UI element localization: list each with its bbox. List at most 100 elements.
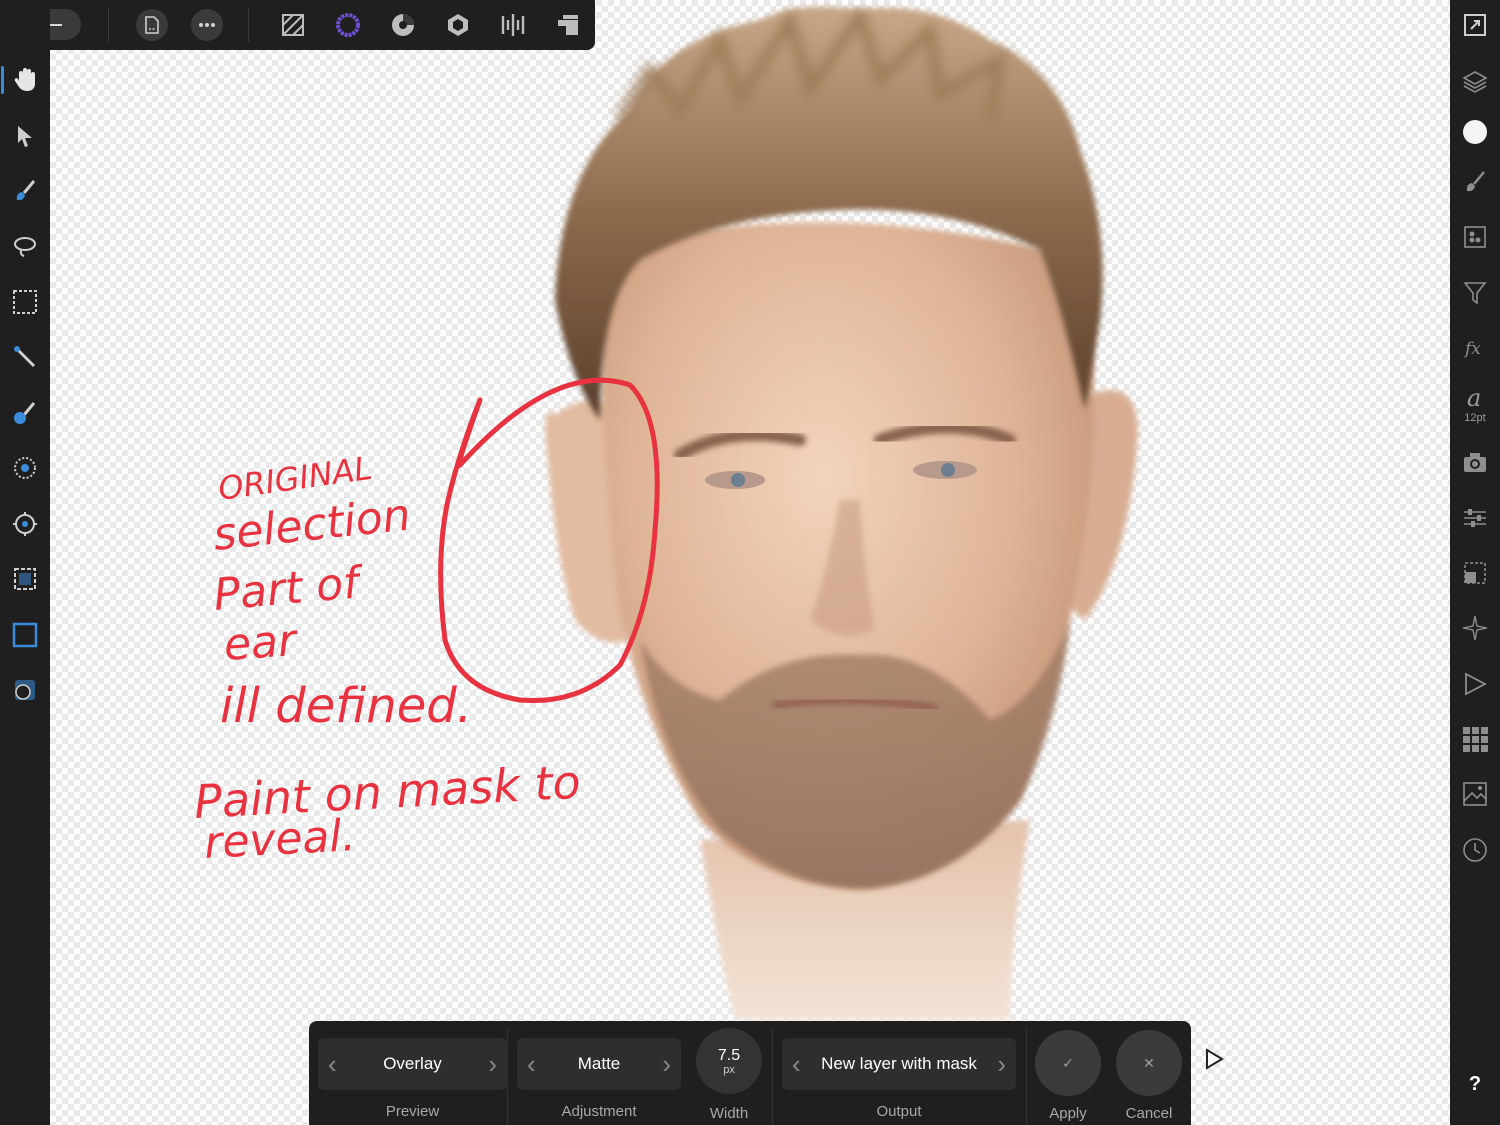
quick-mask-icon xyxy=(15,680,35,700)
apply-label: Apply xyxy=(1049,1105,1087,1122)
chevron-left-icon[interactable]: ‹ xyxy=(328,1051,337,1077)
annotation-line-4: ear xyxy=(222,615,300,671)
transform-button[interactable] xyxy=(1455,553,1495,593)
adjustments-button[interactable] xyxy=(1455,217,1495,257)
document-canvas[interactable]: ORIGINAL selection Part of ear ill defin… xyxy=(50,0,1450,1125)
liquify-persona-button[interactable] xyxy=(332,9,364,41)
pixel-persona-button[interactable] xyxy=(552,9,584,41)
filters-button[interactable] xyxy=(1455,273,1495,313)
width-dial[interactable]: 7.5 px xyxy=(696,1028,762,1094)
chevron-right-icon[interactable]: › xyxy=(662,1051,671,1077)
image-icon xyxy=(1463,782,1487,806)
adjustments-icon xyxy=(1464,226,1486,248)
svg-text:fx: fx xyxy=(1463,339,1481,359)
output-value: New layer with mask xyxy=(821,1054,977,1073)
brush-selection-tool[interactable] xyxy=(5,171,45,211)
image-button[interactable] xyxy=(1455,774,1495,814)
history-icon xyxy=(1463,838,1487,862)
studio-panel-bar: fx a 12pt ? xyxy=(1450,0,1500,1125)
more-button[interactable] xyxy=(191,9,223,41)
move-tool-icon xyxy=(18,126,32,147)
hand-tool[interactable] xyxy=(1,60,45,100)
cancel-button[interactable]: ✕ xyxy=(1116,1030,1182,1096)
chevron-left-icon[interactable]: ‹ xyxy=(792,1051,801,1077)
color-icon xyxy=(1463,120,1487,144)
help-button[interactable]: ? xyxy=(1450,1073,1500,1096)
blur-brush-icon xyxy=(14,457,36,479)
sliders-button[interactable] xyxy=(1455,498,1495,538)
develop-persona-button[interactable] xyxy=(387,9,419,41)
magic-wand-tool[interactable] xyxy=(5,337,45,377)
develop-persona-icon xyxy=(392,14,414,36)
apply-button[interactable]: ✓ xyxy=(1035,1030,1101,1096)
document-icon xyxy=(145,16,159,34)
selection-brush[interactable] xyxy=(5,393,45,433)
top-toolbar xyxy=(0,0,595,50)
crop-ring-tool[interactable] xyxy=(5,504,45,544)
crop-ring-icon xyxy=(13,512,37,536)
document-menu-button[interactable] xyxy=(136,9,168,41)
rectangle-selection-tool[interactable] xyxy=(5,615,45,655)
output-stepper[interactable]: ‹ New layer with mask › xyxy=(782,1038,1016,1090)
quick-mask-tool[interactable] xyxy=(5,670,45,710)
font-size-label: 12pt xyxy=(1464,412,1486,424)
move-tool[interactable] xyxy=(5,116,45,156)
width-label: Width xyxy=(709,1105,749,1122)
width-value: 7.5 xyxy=(717,1046,741,1064)
adjustment-label: Adjustment xyxy=(561,1103,637,1120)
transform-icon xyxy=(1464,562,1486,584)
cancel-label: Cancel xyxy=(1125,1105,1173,1122)
context-toolbar: ‹ Overlay › Preview ‹ Matte › Adjustment… xyxy=(309,1021,1191,1125)
more-icon xyxy=(199,23,215,27)
tools-panel xyxy=(0,0,50,1125)
adjustment-stepper[interactable]: ‹ Matte › xyxy=(517,1038,681,1090)
annotation-line-5: ill defined. xyxy=(220,678,472,734)
rectangular-marquee-tool[interactable] xyxy=(5,282,45,322)
annotation-line-3: Part of xyxy=(212,557,368,621)
brushes-icon xyxy=(1466,171,1485,192)
preview-mode-value: Overlay xyxy=(383,1054,442,1073)
grid-button[interactable] xyxy=(1455,719,1495,759)
brush-selection-tool-icon xyxy=(16,180,36,201)
sliders-icon xyxy=(1464,509,1486,527)
dashed-marquee-icon xyxy=(14,568,36,590)
blur-brush[interactable] xyxy=(5,448,45,488)
camera-button[interactable] xyxy=(1455,443,1495,483)
fullscreen-button[interactable] xyxy=(1455,5,1495,45)
export-persona-icon xyxy=(501,14,525,36)
chevron-right-icon[interactable]: › xyxy=(997,1051,1006,1077)
text-style-icon: a xyxy=(1467,385,1481,411)
tone-mapping-persona-icon xyxy=(448,14,468,36)
context-divider xyxy=(772,1027,773,1125)
close-icon: ✕ xyxy=(1143,1054,1155,1071)
brushes-button[interactable] xyxy=(1455,162,1495,202)
liquify-persona-icon xyxy=(336,13,360,37)
dashed-marquee-tool[interactable] xyxy=(5,559,45,599)
grid-icon xyxy=(1463,727,1488,752)
annotation-text: ORIGINAL selection Part of ear ill defin… xyxy=(193,449,582,869)
navigator-button[interactable] xyxy=(1455,608,1495,648)
chevron-left-icon[interactable]: ‹ xyxy=(527,1051,536,1077)
camera-icon xyxy=(1464,453,1486,472)
pixel-persona-icon xyxy=(558,15,578,35)
preview-label: Preview xyxy=(385,1103,440,1120)
photo-persona-button[interactable] xyxy=(277,9,309,41)
export-persona-button[interactable] xyxy=(497,9,529,41)
ear-circle-mark xyxy=(438,377,660,704)
selection-brush-icon xyxy=(14,402,36,424)
top-divider xyxy=(108,8,109,42)
fullscreen-icon xyxy=(1464,14,1486,36)
fx-icon: fx xyxy=(1463,339,1481,359)
expand-context-arrow-icon[interactable] xyxy=(1204,1046,1226,1072)
chevron-right-icon[interactable]: › xyxy=(488,1051,497,1077)
freehand-selection-tool[interactable] xyxy=(5,226,45,266)
macro-play-button[interactable] xyxy=(1455,664,1495,704)
color-button[interactable] xyxy=(1455,112,1495,152)
tone-mapping-persona-button[interactable] xyxy=(442,9,474,41)
preview-mode-stepper[interactable]: ‹ Overlay › xyxy=(318,1038,507,1090)
layers-button[interactable] xyxy=(1455,62,1495,102)
fx-button[interactable]: fx xyxy=(1455,328,1495,368)
context-divider xyxy=(507,1027,508,1125)
history-button[interactable] xyxy=(1455,830,1495,870)
output-label: Output xyxy=(876,1103,922,1120)
